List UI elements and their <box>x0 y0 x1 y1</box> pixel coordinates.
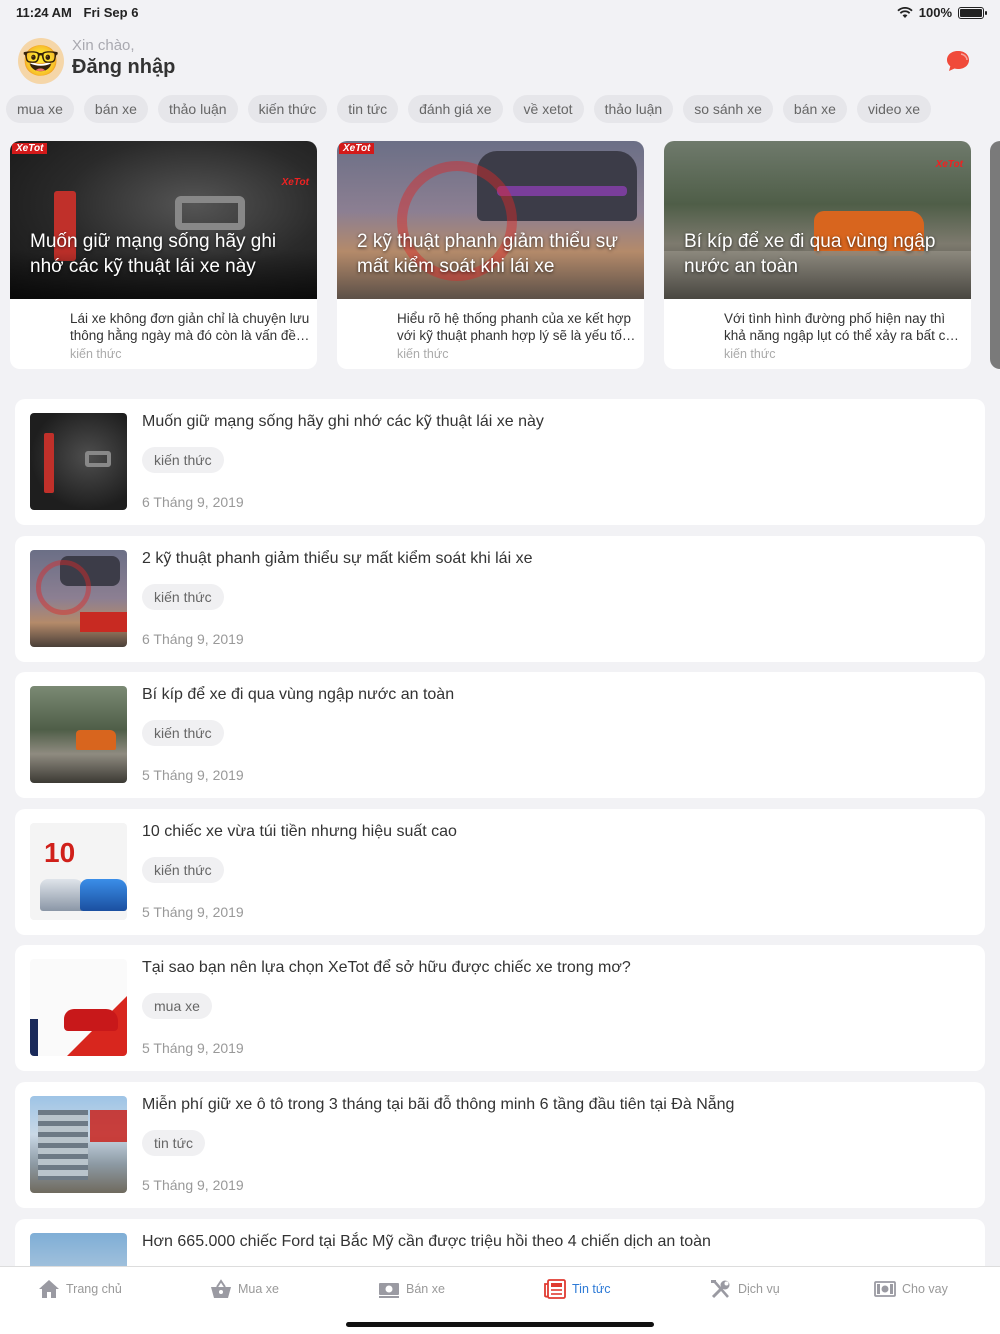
featured-card[interactable]: XeTot Bí kíp để xe đi qua vùng ngập nước… <box>664 141 971 369</box>
featured-title: Bí kíp để xe đi qua vùng ngập nước an to… <box>684 231 936 277</box>
chip-kien-thuc[interactable]: kiến thức <box>247 95 328 123</box>
brand-logo: XeTot <box>339 143 375 154</box>
article-category[interactable]: kiến thức <box>142 857 224 883</box>
tab-label: Mua xe <box>238 1282 279 1296</box>
article-row[interactable]: Bí kíp để xe đi qua vùng ngập nước an to… <box>15 672 985 798</box>
money-icon <box>874 1281 896 1297</box>
home-indicator <box>346 1322 654 1327</box>
brand-logo: XeTot <box>281 177 309 188</box>
featured-title: Muốn giữ mạng sống hãy ghi nhớ các kỹ th… <box>30 231 277 277</box>
article-category[interactable]: mua xe <box>142 993 212 1019</box>
tab-label: Trang chủ <box>66 1282 122 1296</box>
article-date: 6 Tháng 9, 2019 <box>142 631 244 647</box>
avatar[interactable]: 🤓 <box>18 38 64 84</box>
tab-mua-xe[interactable]: Mua xe <box>210 1279 279 1299</box>
brand-logo: XeTot <box>12 143 48 154</box>
status-time: 11:24 AM <box>16 5 72 20</box>
status-bar: 11:24 AM Fri Sep 6 100% <box>0 0 1000 24</box>
chip-so-sanh-xe[interactable]: so sánh xe <box>683 95 773 123</box>
tab-trang-chu[interactable]: Trang chủ <box>38 1279 122 1299</box>
article-title: Tại sao bạn nên lựa chọn XeTot để sở hữu… <box>142 959 631 976</box>
featured-card-peek[interactable] <box>990 141 1000 369</box>
tab-tin-tuc[interactable]: Tin tức <box>544 1279 610 1299</box>
article-category[interactable]: kiến thức <box>142 447 224 473</box>
basket-icon <box>211 1279 231 1298</box>
tab-label: Bán xe <box>406 1282 445 1296</box>
featured-category: kiến thức <box>70 347 122 361</box>
chip-ban-xe[interactable]: bán xe <box>83 95 148 123</box>
article-title: Miễn phí giữ xe ô tô trong 3 tháng tại b… <box>142 1096 735 1113</box>
featured-category: kiến thức <box>724 347 776 361</box>
battery-percent: 100% <box>918 5 952 20</box>
article-title: Hơn 665.000 chiếc Ford tại Bắc Mỹ cần đư… <box>142 1233 711 1250</box>
featured-image: XeTot 2 kỹ thuật phanh giảm thiểu sự mất… <box>337 141 644 299</box>
wifi-icon <box>897 6 913 18</box>
featured-card[interactable]: XeTot XeTot Muốn giữ mạng sống hãy ghi n… <box>10 141 317 369</box>
article-date: 5 Tháng 9, 2019 <box>142 1040 244 1056</box>
login-link[interactable]: Đăng nhập <box>72 56 175 79</box>
tools-icon <box>711 1280 730 1299</box>
chip-danh-gia-xe[interactable]: đánh giá xe <box>408 95 503 123</box>
tab-label: Cho vay <box>902 1282 948 1296</box>
article-row[interactable]: Muốn giữ mạng sống hãy ghi nhớ các kỹ th… <box>15 399 985 525</box>
chip-ve-xetot[interactable]: về xetot <box>512 95 584 123</box>
article-title: Bí kíp để xe đi qua vùng ngập nước an to… <box>142 686 455 703</box>
chip-thao-luan-2[interactable]: thảo luận <box>593 95 674 123</box>
featured-desc: Lái xe không đơn giản chỉ là chuyện lưu … <box>70 311 310 343</box>
news-icon <box>544 1279 566 1299</box>
category-chips: mua xe bán xe thảo luận kiến thức tin tứ… <box>6 95 932 123</box>
chip-ban-xe-2[interactable]: bán xe <box>782 95 847 123</box>
article-row[interactable]: 10 10 chiếc xe vừa túi tiền nhưng hiệu s… <box>15 809 985 935</box>
status-date: Fri Sep 6 <box>83 5 139 20</box>
chat-icon[interactable] <box>946 50 970 72</box>
home-icon <box>39 1280 59 1298</box>
brand-logo: XeTot <box>935 159 963 170</box>
tab-cho-vay[interactable]: Cho vay <box>874 1279 948 1299</box>
featured-title: 2 kỹ thuật phanh giảm thiểu sự mất kiểm … <box>357 231 618 277</box>
featured-category: kiến thức <box>397 347 449 361</box>
battery-icon <box>958 6 987 19</box>
cash-icon <box>379 1283 399 1298</box>
article-title: Muốn giữ mạng sống hãy ghi nhớ các kỹ th… <box>142 413 544 430</box>
article-thumbnail <box>30 413 127 510</box>
header: 🤓 Xin chào, Đăng nhập <box>0 30 1000 90</box>
tab-label: Tin tức <box>572 1282 611 1296</box>
article-category[interactable]: kiến thức <box>142 720 224 746</box>
chip-mua-xe[interactable]: mua xe <box>6 95 74 123</box>
article-title: 10 chiếc xe vừa túi tiền nhưng hiệu suất… <box>142 823 457 840</box>
article-row[interactable]: Miễn phí giữ xe ô tô trong 3 tháng tại b… <box>15 1082 985 1208</box>
article-thumbnail: 10 <box>30 823 127 920</box>
featured-carousel[interactable]: XeTot XeTot Muốn giữ mạng sống hãy ghi n… <box>10 141 1000 369</box>
article-date: 5 Tháng 9, 2019 <box>142 767 244 783</box>
featured-image: XeTot Bí kíp để xe đi qua vùng ngập nước… <box>664 141 971 299</box>
tab-dich-vu[interactable]: Dịch vụ <box>710 1279 780 1299</box>
article-thumbnail <box>30 1096 127 1193</box>
featured-card[interactable]: XeTot 2 kỹ thuật phanh giảm thiểu sự mất… <box>337 141 644 369</box>
article-row[interactable]: 2 kỹ thuật phanh giảm thiểu sự mất kiểm … <box>15 536 985 662</box>
article-category[interactable]: tin tức <box>142 1130 205 1156</box>
article-row[interactable]: Tại sao bạn nên lựa chọn XeTot để sở hữu… <box>15 945 985 1071</box>
tab-label: Dịch vụ <box>738 1282 780 1296</box>
article-date: 5 Tháng 9, 2019 <box>142 1177 244 1193</box>
tab-ban-xe[interactable]: Bán xe <box>378 1279 445 1299</box>
greeting-text: Xin chào, <box>72 37 135 54</box>
article-category[interactable]: kiến thức <box>142 584 224 610</box>
featured-desc: Với tình hình đường phố hiện nay thì khả… <box>724 311 955 343</box>
chip-tin-tuc[interactable]: tin tức <box>337 95 399 123</box>
article-date: 5 Tháng 9, 2019 <box>142 904 244 920</box>
article-title: 2 kỹ thuật phanh giảm thiểu sự mất kiểm … <box>142 550 533 567</box>
article-thumbnail <box>30 686 127 783</box>
featured-desc: Hiểu rõ hệ thống phanh của xe kết hợp vớ… <box>397 311 632 343</box>
chip-thao-luan[interactable]: thảo luận <box>157 95 238 123</box>
chip-video-xe[interactable]: video xe <box>856 95 932 123</box>
article-date: 6 Tháng 9, 2019 <box>142 494 244 510</box>
featured-image: XeTot XeTot Muốn giữ mạng sống hãy ghi n… <box>10 141 317 299</box>
article-thumbnail <box>30 959 127 1056</box>
article-thumbnail <box>30 550 127 647</box>
